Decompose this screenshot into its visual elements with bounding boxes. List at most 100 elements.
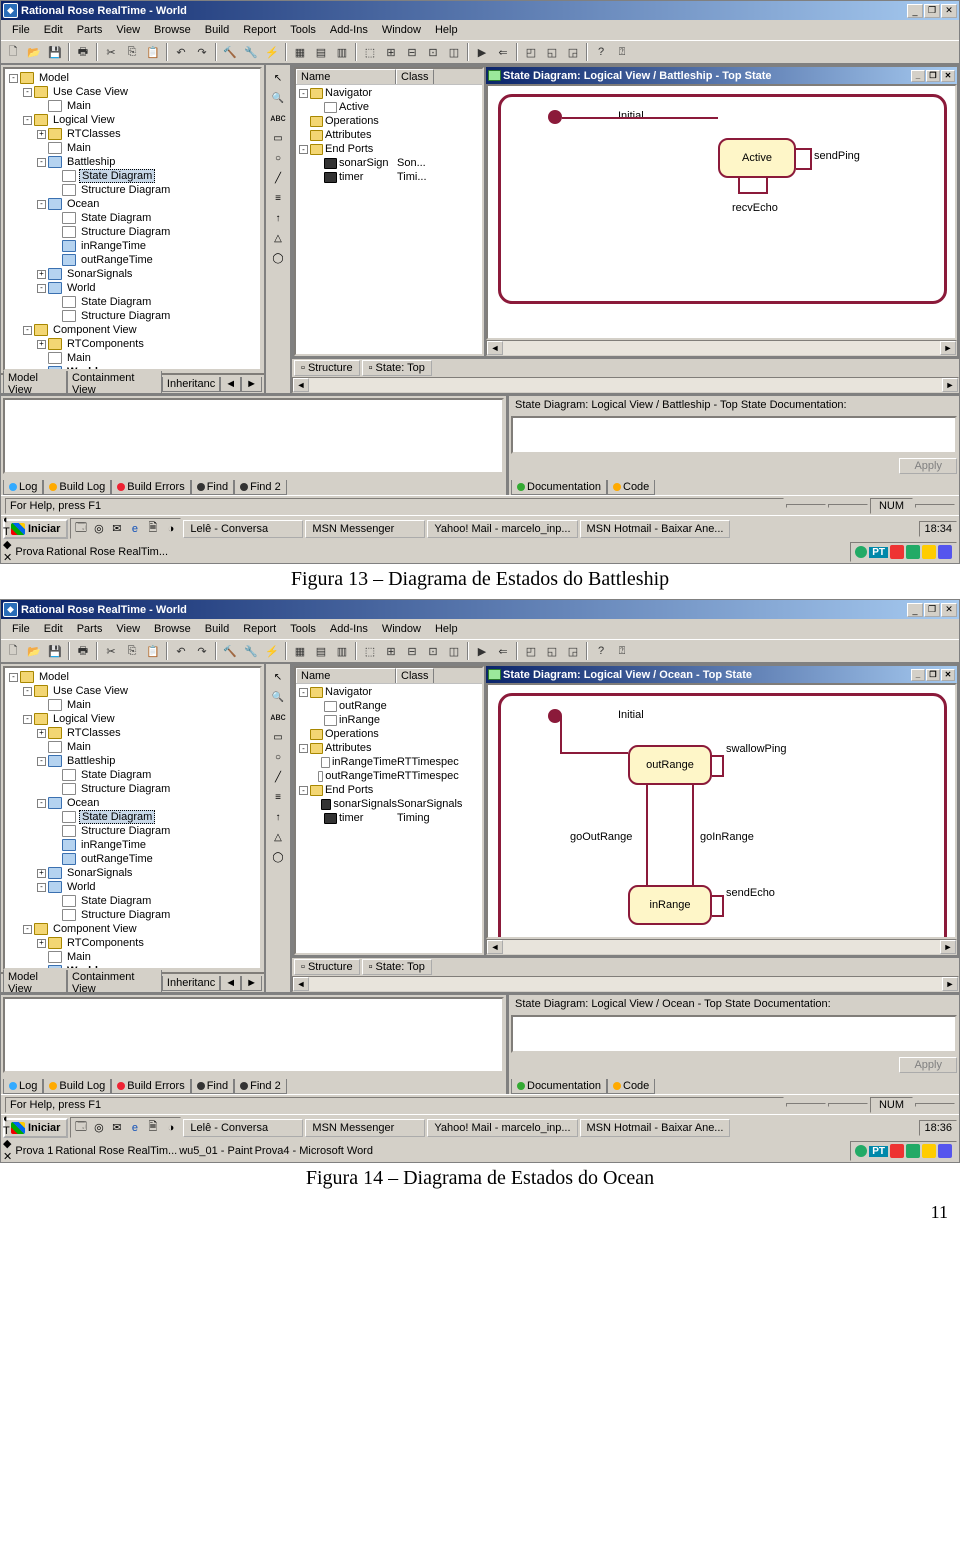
expand-icon[interactable] <box>313 800 319 809</box>
menu-file[interactable]: File <box>5 22 37 38</box>
expand-icon[interactable] <box>51 214 60 223</box>
list-item[interactable]: sonarSignSon... <box>297 156 481 170</box>
expand-icon[interactable]: + <box>37 130 46 139</box>
tree-node[interactable]: +RTClasses <box>7 127 260 141</box>
expand-icon[interactable]: + <box>37 939 46 948</box>
doc-tab[interactable]: Documentation <box>511 480 607 495</box>
tray-icon[interactable] <box>890 1144 904 1158</box>
tree-node[interactable]: -Ocean <box>7 796 260 810</box>
quicklaunch-item[interactable]: ◑ <box>162 1119 179 1136</box>
menu-view[interactable]: View <box>109 621 147 637</box>
tree-node[interactable]: -Battleship <box>7 754 260 768</box>
tree-node[interactable]: State Diagram <box>7 295 260 309</box>
tool-pointer[interactable]: ↖ <box>268 69 288 87</box>
expand-icon[interactable] <box>51 312 60 321</box>
taskbar-task[interactable]: Yahoo! Mail - marcelo_inp... <box>427 520 577 538</box>
tree-node[interactable]: Structure Diagram <box>7 782 260 796</box>
language-indicator[interactable]: PT <box>869 547 888 558</box>
taskbar-task[interactable]: Prova4 - Microsoft Word <box>255 1145 373 1157</box>
tool-up[interactable]: ↑ <box>268 808 288 826</box>
expand-icon[interactable] <box>37 701 46 710</box>
expand-icon[interactable]: - <box>299 786 308 795</box>
column-header[interactable]: Name <box>296 69 396 84</box>
save-button[interactable]: 💾 <box>45 42 65 62</box>
tray-icon[interactable] <box>938 1144 952 1158</box>
taskbar-task[interactable]: Yahoo! Mail - marcelo_inp... <box>427 1119 577 1137</box>
browser-tab[interactable]: Model View <box>3 371 67 394</box>
close-button[interactable]: ✕ <box>941 4 957 18</box>
expand-icon[interactable] <box>51 813 60 822</box>
b1-button[interactable]: ◰ <box>521 42 541 62</box>
browser-tab[interactable]: Model View <box>3 970 67 993</box>
state-outrange[interactable]: outRange <box>628 745 712 785</box>
diagram-tab[interactable]: ▫ Structure <box>294 360 360 376</box>
expand-icon[interactable] <box>51 855 60 864</box>
expand-icon[interactable]: - <box>9 673 18 682</box>
canvas-scrollbar[interactable]: ◄► <box>486 939 957 955</box>
grid1-button[interactable]: ▦ <box>290 42 310 62</box>
whatsthis-button[interactable]: ⍰ <box>612 641 632 661</box>
quicklaunch-item[interactable]: ✕ <box>3 551 13 564</box>
b3-button[interactable]: ◲ <box>563 42 583 62</box>
close-button[interactable]: ✕ <box>941 70 955 82</box>
t1-button[interactable]: ⬚ <box>360 42 380 62</box>
tree-node[interactable]: +SonarSignals <box>7 866 260 880</box>
tool-zoom[interactable]: 🔍 <box>268 89 288 107</box>
open-button[interactable]: 📂 <box>24 641 44 661</box>
undo-button[interactable]: ↶ <box>171 641 191 661</box>
tree-node[interactable]: +RTClasses <box>7 726 260 740</box>
tool-abc[interactable]: ᴀʙᴄ <box>268 109 288 127</box>
tree-node[interactable]: Structure Diagram <box>7 183 260 197</box>
list-item[interactable]: inRangeTimeRTTimespec <box>297 755 481 769</box>
taskbar-task[interactable]: Prova 1 <box>15 1145 53 1157</box>
tool-text[interactable]: ≡ <box>268 189 288 207</box>
expand-icon[interactable]: - <box>299 89 308 98</box>
expand-icon[interactable]: - <box>37 799 46 808</box>
tree-node[interactable]: State Diagram <box>7 211 260 225</box>
tab-scroll-left[interactable]: ◄ <box>220 976 241 991</box>
taskbar-task[interactable]: Rational Rose RealTim... <box>55 1145 177 1157</box>
menu-file[interactable]: File <box>5 621 37 637</box>
expand-icon[interactable]: + <box>37 869 46 878</box>
quicklaunch-item[interactable]: ◎ <box>90 1119 107 1136</box>
grid2-button[interactable]: ▤ <box>311 641 331 661</box>
print-button[interactable]: 🖶 <box>73 641 93 661</box>
t5-button[interactable]: ◫ <box>444 42 464 62</box>
column-header[interactable]: Class <box>396 668 434 683</box>
bolt-button[interactable]: ⚡ <box>262 42 282 62</box>
b1-button[interactable]: ◰ <box>521 641 541 661</box>
browser-tab[interactable]: Inheritanc <box>162 377 220 392</box>
expand-icon[interactable]: - <box>23 116 32 125</box>
quicklaunch-item[interactable]: ✉ <box>108 1119 125 1136</box>
scroll-left[interactable]: ◄ <box>487 940 503 954</box>
taskbar-task[interactable]: Lelê - Conversa <box>183 1119 303 1137</box>
tree-node[interactable]: State Diagram <box>7 169 260 183</box>
expand-icon[interactable] <box>37 354 46 363</box>
doc-tab[interactable]: Code <box>607 1079 655 1094</box>
apply-button[interactable]: Apply <box>899 458 957 474</box>
quicklaunch-item[interactable]: ◎ <box>90 520 107 537</box>
expand-icon[interactable] <box>313 173 322 182</box>
open-button[interactable]: 📂 <box>24 42 44 62</box>
help-button[interactable]: ? <box>591 42 611 62</box>
tab-scroll-left[interactable]: ◄ <box>220 377 241 392</box>
log-tab[interactable]: Build Log <box>43 1079 111 1094</box>
list-item[interactable]: sonarSignalsSonarSignals <box>297 797 481 811</box>
quicklaunch-item[interactable]: e <box>126 1119 143 1136</box>
close-button[interactable]: ✕ <box>941 669 955 681</box>
back-button[interactable]: ⇐ <box>493 42 513 62</box>
tree-node[interactable]: State Diagram <box>7 894 260 908</box>
expand-icon[interactable]: + <box>37 340 46 349</box>
tree-node[interactable]: State Diagram <box>7 810 260 824</box>
expand-icon[interactable] <box>51 785 60 794</box>
list-item[interactable]: timerTimi... <box>297 170 481 184</box>
list-item[interactable]: -End Ports <box>297 142 481 156</box>
t1-button[interactable]: ⬚ <box>360 641 380 661</box>
expand-icon[interactable] <box>313 814 322 823</box>
state-inrange[interactable]: inRange <box>628 885 712 925</box>
scroll-right[interactable]: ► <box>942 977 958 991</box>
expand-icon[interactable] <box>51 172 60 181</box>
save-button[interactable]: 💾 <box>45 641 65 661</box>
grid1-button[interactable]: ▦ <box>290 641 310 661</box>
expand-icon[interactable]: - <box>299 145 308 154</box>
